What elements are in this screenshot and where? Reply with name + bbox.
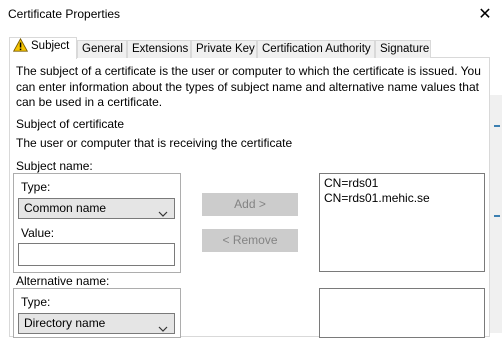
- tab-strip: Subject General Extensions Private Key C…: [9, 37, 489, 59]
- tab-certification-authority-label: Certification Authority: [262, 43, 371, 55]
- tab-subject[interactable]: Subject: [9, 37, 77, 59]
- tab-signature-label: Signature: [380, 43, 430, 55]
- window-title: Certificate Properties: [8, 7, 121, 21]
- background-window-edge: [490, 95, 502, 333]
- tab-extensions-label: Extensions: [132, 43, 189, 55]
- subject-type-select[interactable]: Common name: [18, 198, 175, 219]
- edge-mark: [494, 215, 500, 217]
- subject-value-input[interactable]: [18, 243, 175, 266]
- tab-subject-label: Subject: [31, 40, 70, 52]
- subject-name-label: Subject name:: [16, 159, 93, 173]
- close-icon: ✕: [478, 6, 492, 23]
- subject-heading: Subject of certificate: [16, 117, 125, 131]
- remove-button-label: < Remove: [222, 233, 278, 247]
- tab-private-key-label: Private Key: [196, 43, 255, 55]
- add-button[interactable]: Add >: [202, 193, 298, 216]
- add-button-label: Add >: [234, 197, 266, 211]
- tab-signature[interactable]: Signature: [375, 40, 431, 58]
- alternative-type-label: Type:: [21, 295, 51, 309]
- alternative-type-select[interactable]: Directory name: [18, 313, 175, 334]
- subject-values-list[interactable]: CN=rds01 CN=rds01.mehic.se: [319, 173, 485, 272]
- tab-certification-authority[interactable]: Certification Authority: [257, 40, 375, 58]
- subject-type-label: Type:: [21, 180, 51, 194]
- chevron-down-icon: [158, 320, 168, 339]
- alternative-values-list[interactable]: [319, 288, 485, 338]
- alternative-type-value: Directory name: [24, 316, 106, 330]
- alternative-name-label: Alternative name:: [16, 274, 110, 288]
- subject-value-label: Value:: [21, 226, 55, 240]
- tab-general-label: General: [82, 43, 123, 55]
- intro-text: The subject of a certificate is the user…: [16, 64, 481, 109]
- title-bar: Certificate Properties ✕: [0, 0, 502, 30]
- chevron-down-icon: [158, 205, 168, 224]
- warning-icon: [12, 37, 29, 57]
- remove-button[interactable]: < Remove: [202, 229, 298, 252]
- list-item[interactable]: CN=rds01.mehic.se: [324, 191, 430, 205]
- edge-mark: [494, 125, 500, 127]
- tab-extensions[interactable]: Extensions: [127, 40, 191, 58]
- tab-private-key[interactable]: Private Key: [191, 40, 257, 58]
- tab-general[interactable]: General: [77, 40, 127, 58]
- list-item[interactable]: CN=rds01: [324, 176, 378, 190]
- close-button[interactable]: ✕: [470, 2, 500, 28]
- subject-description: The user or computer that is receiving t…: [16, 136, 293, 150]
- subject-type-value: Common name: [24, 201, 107, 215]
